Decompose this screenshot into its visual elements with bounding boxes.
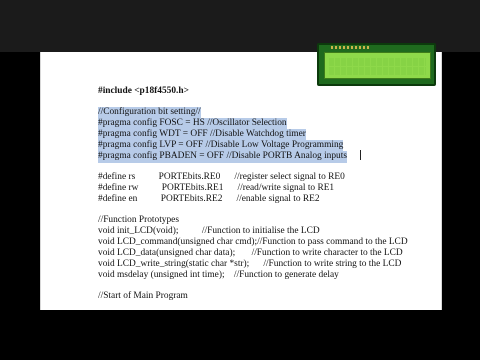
- lcd-pins: [331, 46, 371, 49]
- proto-lcd-write-string-line: void LCD_write_string(static char *str);…: [98, 259, 402, 269]
- lcd-screen: [324, 52, 431, 79]
- config-comment-line[interactable]: //Configuration bit setting//: [98, 107, 201, 119]
- lcd-module-image: [317, 43, 436, 86]
- main-comment-line: //Start of Main Program: [98, 291, 188, 301]
- include-line: #include <p18f4550.h>: [98, 86, 189, 96]
- proto-msdelay-line: void msdelay (unsigned int time); //Func…: [98, 270, 339, 280]
- proto-lcd-data-line: void LCD_data(unsigned char data); //Fun…: [98, 248, 403, 258]
- pragma-lvp-line[interactable]: #pragma config LVP = OFF //Disable Low V…: [98, 140, 344, 152]
- define-en-line: #define en PORTEbits.RE2 //enable signal…: [98, 194, 320, 204]
- pragma-wdt-line[interactable]: #pragma config WDT = OFF //Disable Watch…: [98, 129, 306, 141]
- code-listing: #include <p18f4550.h> //Configuration bi…: [98, 52, 408, 305]
- pragma-pbaden-line[interactable]: #pragma config PBADEN = OFF //Disable PO…: [98, 151, 347, 163]
- lcd-row-2: [329, 67, 426, 75]
- proto-lcd-command-line: void LCD_command(unsigned char cmd);//Fu…: [98, 237, 408, 247]
- text-caret: [360, 150, 361, 160]
- proto-init-lcd-line: void init_LCD(void); //Function to initi…: [98, 226, 320, 236]
- define-rs-line: #define rs PORTEbits.RE0 //register sele…: [98, 172, 345, 182]
- lcd-row-1: [329, 58, 426, 66]
- document-page: #include <p18f4550.h> //Configuration bi…: [40, 52, 442, 310]
- prototypes-comment-line: //Function Prototypes: [98, 215, 179, 225]
- video-frame: #include <p18f4550.h> //Configuration bi…: [0, 0, 480, 360]
- define-rw-line: #define rw PORTEbits.RE1 //read/write si…: [98, 183, 335, 193]
- letterbox-bottom: [0, 310, 480, 360]
- pragma-fosc-line[interactable]: #pragma config FOSC = HS //Oscillator Se…: [98, 118, 287, 130]
